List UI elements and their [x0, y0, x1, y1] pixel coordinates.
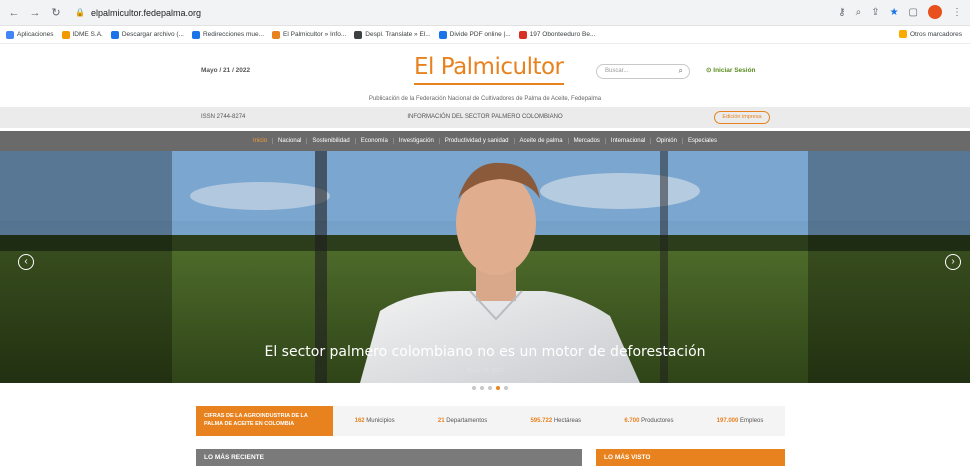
bookmark-icon: [272, 30, 281, 39]
section-most-viewed-header: LO MÁS VISTO: [596, 449, 785, 466]
stat-unit: Hectáreas: [552, 418, 582, 424]
bookmarks-bar: Aplicaciones IDME S.A. Descargar archivo (…: [0, 26, 970, 44]
stat-number: 21: [437, 418, 445, 424]
login-link[interactable]: ⊙ Iniciar Sesión: [706, 66, 756, 74]
info-title: INFORMACIÓN DEL SECTOR PALMERO COLOMBIAN…: [407, 114, 563, 120]
back-icon[interactable]: ←: [8, 7, 20, 19]
folder-icon: [898, 30, 907, 38]
nav-item[interactable]: Internacional: [606, 138, 652, 144]
bookmark-item[interactable]: Aplicaciones: [6, 30, 54, 39]
bookmark-item[interactable]: Divide PDF online |...: [438, 30, 511, 39]
url-text[interactable]: elpalmicultor.fedepalma.org: [91, 8, 201, 18]
hero-headline[interactable]: El sector palmero colombiano no es un mo…: [0, 344, 970, 360]
nav-item[interactable]: Especiales: [683, 138, 722, 144]
bookmark-label: Divide PDF online |...: [449, 31, 511, 38]
stat-number: 6.700: [624, 418, 640, 424]
slider-dot[interactable]: [488, 386, 492, 390]
bookmark-item[interactable]: Descargar archivo (...: [110, 30, 184, 39]
profile-avatar[interactable]: [928, 5, 942, 19]
search-placeholder: Buscar...: [605, 68, 629, 74]
nav-item[interactable]: Productividad y sanidad: [440, 138, 515, 144]
nav-item[interactable]: Inicio: [248, 138, 274, 144]
nav-item[interactable]: Economía: [356, 138, 394, 144]
stats-label: CIFRAS DE LA AGROINDUSTRIA DE LA PALMA D…: [196, 406, 333, 436]
stat-unit: Departamentos: [444, 418, 488, 424]
publication-subtitle: Publicación de la Federación Nacional de…: [368, 96, 602, 102]
bookmark-icon: [438, 30, 447, 39]
site-logo[interactable]: El Palmicultor: [414, 54, 564, 80]
bookmark-icon: [518, 30, 527, 39]
search-icon[interactable]: ⌕: [679, 66, 683, 76]
bookmark-item[interactable]: Redirecciones mue...: [191, 30, 265, 39]
bookmark-label: Despl. Translate » El...: [365, 31, 431, 38]
bookmark-label: Redirecciones mue...: [202, 31, 265, 38]
bookmark-star-icon[interactable]: ★: [890, 7, 899, 18]
hero-date: Mayo 16, 2022: [466, 368, 504, 374]
nav-item[interactable]: Mercados: [569, 138, 606, 144]
bookmark-item[interactable]: 197 Obonteeduro Be...: [518, 30, 596, 39]
nav-item[interactable]: Nacional: [273, 138, 308, 144]
stat-unit: Empleos: [738, 418, 764, 424]
stat-item: 162 Municipios: [355, 418, 395, 424]
lock-icon: 🔒: [75, 8, 85, 17]
login-label: Iniciar Sesión: [713, 67, 756, 74]
slider-dots: [472, 386, 508, 390]
bookmark-label: Descargar archivo (...: [121, 31, 184, 38]
hero-slider[interactable]: ‹ › El sector palmero colombiano no es u…: [0, 151, 970, 383]
stat-unit: Productores: [639, 418, 674, 424]
site: Mayo / 21 / 2022 El Palmicultor Buscar..…: [0, 44, 970, 475]
menu-icon[interactable]: ⋮: [952, 7, 962, 18]
bookmark-label: IDME S.A.: [72, 31, 103, 38]
stat-number: 595.722: [530, 418, 553, 424]
user-icon: ⊙: [706, 67, 712, 74]
stat-item: 595.722 Hectáreas: [530, 418, 581, 424]
print-edition-button[interactable]: Edición impresa: [714, 111, 770, 124]
tab-icon[interactable]: ▢: [909, 7, 918, 18]
forward-icon[interactable]: →: [29, 7, 41, 19]
bookmark-label: El Palmicultor » Info...: [283, 31, 347, 38]
bookmark-label: 197 Obonteeduro Be...: [529, 31, 596, 38]
other-bookmarks[interactable]: Otros marcadores: [898, 30, 962, 38]
bookmark-icon: [354, 30, 363, 39]
slider-dot[interactable]: [472, 386, 476, 390]
browser-address-bar: ← → ↻ 🔒 elpalmicultor.fedepalma.org ⚷ ⌕ …: [0, 0, 970, 26]
nav-item[interactable]: Investigación: [394, 138, 440, 144]
share-icon[interactable]: ⇪: [871, 7, 879, 18]
bookmark-icon: [6, 30, 14, 39]
prev-slide-icon[interactable]: ‹: [18, 254, 34, 270]
stat-number: 197.000: [716, 418, 739, 424]
search-input[interactable]: Buscar... ⌕: [596, 64, 690, 79]
slider-dot[interactable]: [504, 386, 508, 390]
stat-item: 6.700 Productores: [624, 418, 673, 424]
zoom-icon[interactable]: ⌕: [856, 7, 862, 18]
stat-unit: Municipios: [364, 418, 395, 424]
nav-item[interactable]: Aceite de palma: [515, 138, 569, 144]
nav-item[interactable]: Opinión: [651, 138, 683, 144]
stat-item: 21 Departamentos: [438, 418, 487, 424]
bookmark-item[interactable]: IDME S.A.: [61, 30, 103, 39]
next-slide-icon[interactable]: ›: [945, 254, 961, 270]
header-date: Mayo / 21 / 2022: [201, 67, 251, 74]
main-nav: Inicio Nacional Sostenibilidad Economía Inve…: [0, 131, 970, 151]
slider-dot[interactable]: [496, 386, 500, 390]
bookmark-icon: [110, 30, 119, 39]
bookmark-item[interactable]: Despl. Translate » El...: [354, 30, 431, 39]
info-bar: ISSN 2744-8274 INFORMACIÓN DEL SECTOR PA…: [0, 107, 970, 128]
section-recent-header: LO MÁS RECIENTE: [196, 449, 582, 466]
bookmark-icon: [191, 30, 200, 39]
bookmark-label: Aplicaciones: [17, 31, 54, 38]
bookmark-item[interactable]: El Palmicultor » Info...: [272, 30, 347, 39]
slider-dot[interactable]: [480, 386, 484, 390]
stat-item: 197.000 Empleos: [717, 418, 764, 424]
logo-underline: [414, 83, 564, 85]
browser-actions: ⚷ ⌕ ⇪ ★ ▢ ⋮: [838, 5, 962, 19]
other-bookmarks-label: Otros marcadores: [909, 30, 962, 38]
key-icon[interactable]: ⚷: [838, 7, 845, 18]
reload-icon[interactable]: ↻: [50, 6, 62, 19]
bookmark-icon: [61, 30, 70, 39]
stat-number: 162: [354, 418, 365, 424]
stats-row: 162 Municipios 21 Departamentos 595.722 He…: [333, 406, 785, 436]
url-field[interactable]: 🔒 elpalmicultor.fedepalma.org: [75, 8, 201, 18]
nav-item[interactable]: Sostenibilidad: [307, 138, 356, 144]
